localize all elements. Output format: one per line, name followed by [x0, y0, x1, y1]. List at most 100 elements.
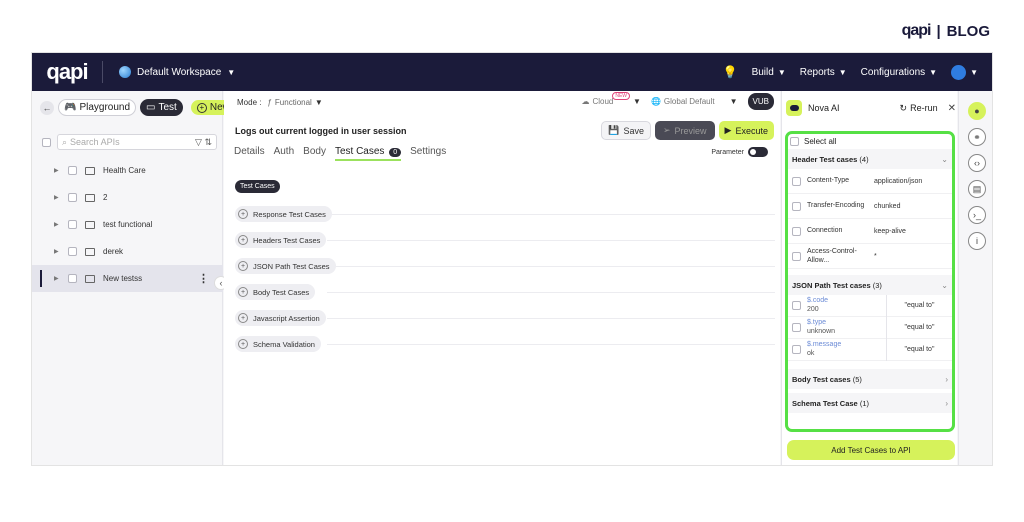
- section-json-path-test-cases[interactable]: + JSON Path Test Cases: [235, 258, 336, 274]
- code-icon[interactable]: ‹›: [968, 154, 986, 172]
- playground-button[interactable]: 🎮 Playground: [58, 99, 137, 116]
- select-all-checkbox[interactable]: [790, 137, 799, 146]
- json-operator: "equal to": [904, 302, 935, 309]
- tab-auth[interactable]: Auth: [274, 146, 295, 161]
- item-checkbox[interactable]: [68, 193, 77, 202]
- tree-item-derek[interactable]: ▶ derek: [32, 238, 223, 265]
- topbar-divider: [102, 61, 103, 83]
- tree-item-2[interactable]: ▶ 2: [32, 184, 223, 211]
- select-all-row[interactable]: Select all: [788, 134, 952, 149]
- vub-button[interactable]: VUB: [747, 93, 774, 110]
- test-button[interactable]: ▭ Test: [140, 99, 183, 116]
- save-button[interactable]: 💾 Save: [601, 121, 651, 140]
- expand-icon[interactable]: ▶: [54, 167, 60, 174]
- filter-icon[interactable]: ▽ ⇅: [195, 137, 212, 148]
- tab-body[interactable]: Body: [303, 146, 326, 161]
- section-row: + Response Test Cases: [235, 201, 775, 227]
- case-checkbox[interactable]: [792, 226, 801, 236]
- plus-icon: +: [196, 102, 207, 113]
- schema-test-case-group[interactable]: Schema Test Case (1) ›: [788, 393, 952, 413]
- case-checkbox[interactable]: [792, 345, 801, 354]
- expand-icon[interactable]: ▶: [54, 275, 60, 282]
- rerun-button[interactable]: ↻ Re-run: [900, 103, 938, 114]
- app-logo[interactable]: qapi: [32, 59, 102, 85]
- lightbulb-icon[interactable]: 💡: [723, 65, 738, 79]
- tab-test-cases[interactable]: Test Cases 0: [334, 146, 402, 161]
- tree-item-label: Health Care: [103, 166, 146, 175]
- body-test-cases-group[interactable]: Body Test cases (5) ›: [788, 369, 952, 389]
- section-javascript-assertion[interactable]: + Javascript Assertion: [235, 310, 326, 326]
- section-body-test-cases[interactable]: + Body Test Cases: [235, 284, 316, 300]
- nova-ai-icon[interactable]: ●: [968, 102, 986, 120]
- menu-reports[interactable]: Reports ▼: [800, 67, 847, 78]
- app-window: qapi Default Workspace ▼ 💡 Build ▼ Report…: [31, 52, 993, 466]
- link-icon[interactable]: ⚭: [968, 128, 986, 146]
- user-menu[interactable]: ▼: [951, 64, 978, 80]
- more-options-icon[interactable]: ⋮: [198, 272, 209, 285]
- send-icon: ➢: [662, 125, 671, 135]
- parameter-toggle[interactable]: [748, 147, 768, 157]
- json-path-test-cases-group[interactable]: JSON Path Test cases (3) ⌄: [788, 275, 952, 295]
- menu-build[interactable]: Build ▼: [752, 67, 786, 78]
- tab-details[interactable]: Details: [234, 146, 265, 161]
- tab-settings[interactable]: Settings: [410, 146, 446, 161]
- section-response-test-cases[interactable]: + Response Test Cases: [235, 206, 332, 222]
- expand-icon[interactable]: ▶: [54, 248, 60, 255]
- api-sidebar: ← 🎮 Playground ▭ Test + New ⌕ Search API…: [32, 91, 236, 465]
- document-icon[interactable]: ▤: [968, 180, 986, 198]
- folder-icon: [85, 193, 95, 202]
- case-checkbox[interactable]: [792, 176, 801, 186]
- search-input[interactable]: ⌕ Search APIs ▽ ⇅: [57, 134, 217, 150]
- group-count: (4): [859, 154, 869, 164]
- folder-icon: ▭: [146, 102, 156, 113]
- section-schema-validation[interactable]: + Schema Validation: [235, 336, 321, 352]
- case-checkbox[interactable]: [792, 301, 801, 310]
- tree-item-new-testss[interactable]: ▶ New testss ⋮: [32, 265, 223, 292]
- tree-item-test-functional[interactable]: ▶ test functional: [32, 211, 223, 238]
- mode-selector[interactable]: ƒ Functional ▼: [267, 98, 322, 107]
- header-case-row: Content-Type application/json: [788, 169, 952, 194]
- json-path-case-row: $.message ok "equal to": [788, 338, 952, 361]
- add-circle-icon: +: [238, 261, 248, 271]
- tree-item-label: New testss: [103, 274, 143, 283]
- case-checkbox[interactable]: [792, 323, 801, 332]
- header-key: Access-Control-Allow...: [807, 247, 857, 264]
- item-checkbox[interactable]: [68, 220, 77, 229]
- group-count: (5): [852, 374, 862, 384]
- item-checkbox[interactable]: [68, 166, 77, 175]
- json-path: $.type: [807, 318, 827, 326]
- add-test-cases-button[interactable]: Add Test Cases to API: [787, 440, 955, 460]
- info-icon[interactable]: i: [968, 232, 986, 250]
- blog-label: BLOG: [946, 22, 990, 40]
- terminal-icon[interactable]: ›_: [968, 206, 986, 224]
- test-cases-chip: Test Cases: [235, 180, 280, 193]
- preview-button[interactable]: ➢ Preview: [654, 121, 715, 140]
- item-checkbox[interactable]: [68, 274, 77, 283]
- chevron-down-icon: ▼: [838, 67, 847, 77]
- tree-item-health-care[interactable]: ▶ Health Care: [32, 157, 223, 184]
- header-test-cases-group[interactable]: Header Test cases (4) ⌄: [788, 149, 952, 169]
- menu-configurations[interactable]: Configurations ▼: [861, 67, 937, 78]
- case-checkbox[interactable]: [792, 251, 801, 261]
- execute-button[interactable]: ▶ Execute: [718, 121, 774, 140]
- mode-bar: Mode : ƒ Functional ▼ ☁ Cloud NEW ▼ 🌐 Gl…: [224, 91, 780, 113]
- back-arrow-icon[interactable]: ←: [40, 100, 54, 115]
- environment-selector[interactable]: 🌐 Global Default ▼: [651, 97, 738, 106]
- cloud-selector[interactable]: ☁ Cloud NEW ▼: [581, 91, 641, 106]
- avatar: [951, 64, 967, 80]
- qapi-logo: qapi: [901, 22, 932, 39]
- chevron-right-icon: ›: [945, 398, 948, 408]
- close-icon[interactable]: ✕: [948, 103, 956, 114]
- item-checkbox[interactable]: [68, 247, 77, 256]
- workspace-selector[interactable]: Default Workspace ▼: [119, 66, 235, 78]
- select-all-checkbox[interactable]: [42, 137, 51, 147]
- execute-label: Execute: [735, 125, 768, 136]
- json-value: unknown: [807, 327, 836, 335]
- menu-reports-label: Reports: [799, 66, 835, 78]
- json-path-case-row: $.code 200 "equal to": [788, 294, 952, 317]
- expand-icon[interactable]: ▶: [54, 194, 60, 201]
- parameter-label: Parameter: [711, 148, 744, 156]
- section-headers-test-cases[interactable]: + Headers Test Cases: [235, 232, 327, 248]
- expand-icon[interactable]: ▶: [54, 221, 60, 228]
- case-checkbox[interactable]: [792, 201, 801, 211]
